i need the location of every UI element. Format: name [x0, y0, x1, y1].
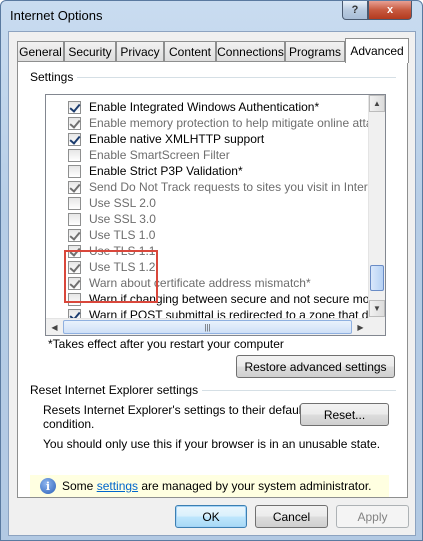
checkbox[interactable]	[68, 228, 81, 242]
settings-list-item[interactable]: Enable native XMLHTTP support	[68, 131, 264, 147]
settings-item-label: Enable native XMLHTTP support	[89, 132, 265, 146]
vertical-scroll-thumb[interactable]	[370, 265, 384, 291]
settings-item-label: Enable Integrated Windows Authentication…	[89, 100, 320, 114]
horizontal-scroll-thumb[interactable]: |||	[63, 320, 352, 334]
tab-connections[interactable]: Connections	[216, 41, 285, 62]
window-title: Internet Options	[10, 8, 103, 23]
settings-list-item[interactable]: Send Do Not Track requests to sites you …	[68, 179, 386, 195]
checkbox[interactable]	[68, 148, 81, 162]
reset-description-line2: condition.	[43, 417, 95, 431]
dialog-body: General Security Privacy Content Connect…	[8, 31, 416, 536]
internet-options-window: Internet Options ? x General Security Pr…	[0, 0, 423, 541]
tab-advanced[interactable]: Advanced	[345, 38, 409, 63]
restore-advanced-settings-button[interactable]: Restore advanced settings	[236, 355, 395, 378]
reset-group-label: Reset Internet Explorer settings	[30, 383, 203, 397]
tab-privacy[interactable]: Privacy	[116, 41, 164, 62]
checkbox[interactable]	[68, 180, 81, 194]
scrollbar-corner	[368, 318, 385, 335]
infobar-suffix: are managed by your system administrator…	[138, 479, 372, 493]
managed-settings-infobar: i Some settings are managed by your syst…	[30, 475, 389, 497]
checkbox[interactable]	[68, 116, 81, 130]
tab-programs[interactable]: Programs	[285, 41, 345, 62]
tab-general[interactable]: General	[17, 41, 64, 62]
settings-list-item[interactable]: Enable Integrated Windows Authentication…	[68, 99, 319, 115]
settings-list-item[interactable]: Use TLS 1.0	[68, 227, 155, 243]
checkbox[interactable]	[68, 164, 81, 178]
scroll-left-arrow-icon[interactable]: ◀	[46, 319, 63, 335]
horizontal-scrollbar[interactable]: ◀ ||| ▶	[46, 318, 369, 335]
settings-item-label: Use TLS 1.0	[89, 228, 156, 242]
reset-divider	[194, 390, 396, 391]
apply-button[interactable]: Apply	[336, 505, 409, 528]
settings-list-item[interactable]: Use SSL 2.0	[68, 195, 156, 211]
checkbox[interactable]	[68, 100, 81, 114]
close-button[interactable]: x	[368, 1, 412, 20]
reset-warning: You should only use this if your browser…	[43, 437, 381, 451]
settings-link[interactable]: settings	[97, 479, 138, 493]
settings-divider	[76, 77, 396, 78]
settings-list-item[interactable]: Enable Strict P3P Validation*	[68, 163, 243, 179]
settings-item-label: Use SSL 3.0	[89, 212, 156, 226]
settings-item-label: Enable memory protection to help mitigat…	[89, 116, 386, 130]
scroll-right-arrow-icon[interactable]: ▶	[352, 319, 369, 335]
settings-list-item[interactable]: Use SSL 3.0	[68, 211, 156, 227]
vertical-scrollbar[interactable]: ▲ ▼	[368, 95, 385, 318]
settings-item-label: Enable Strict P3P Validation*	[89, 164, 243, 178]
scroll-up-arrow-icon[interactable]: ▲	[369, 95, 385, 112]
tab-security[interactable]: Security	[64, 41, 116, 62]
title-bar[interactable]: Internet Options ? x	[1, 1, 422, 31]
settings-list-item[interactable]: Enable SmartScreen Filter	[68, 147, 230, 163]
settings-item-label: Send Do Not Track requests to sites you …	[89, 180, 386, 194]
infobar-text: Some settings are managed by your system…	[62, 479, 371, 493]
cancel-button[interactable]: Cancel	[255, 505, 328, 528]
checkbox[interactable]	[68, 132, 81, 146]
ok-button[interactable]: OK	[175, 505, 247, 528]
advanced-panel: Settings Enable Integrated Windows Authe…	[17, 61, 408, 498]
checkbox[interactable]	[68, 196, 81, 210]
tab-content[interactable]: Content	[164, 41, 216, 62]
reset-description-line1: Resets Internet Explorer's settings to t…	[43, 403, 305, 417]
infobar-prefix: Some	[62, 479, 97, 493]
restart-note: *Takes effect after you restart your com…	[48, 337, 284, 351]
checkbox[interactable]	[68, 212, 81, 226]
settings-item-label: Enable SmartScreen Filter	[89, 148, 230, 162]
info-icon: i	[40, 478, 56, 494]
tls-highlight-box	[64, 250, 158, 303]
settings-label: Settings	[30, 70, 78, 84]
help-icon: ?	[351, 4, 359, 16]
help-button[interactable]: ?	[342, 1, 368, 20]
settings-list-item[interactable]: Enable memory protection to help mitigat…	[68, 115, 386, 131]
close-icon: x	[386, 4, 394, 16]
settings-item-label: Use SSL 2.0	[89, 196, 156, 210]
scroll-down-arrow-icon[interactable]: ▼	[369, 300, 385, 317]
reset-button[interactable]: Reset...	[300, 403, 389, 426]
